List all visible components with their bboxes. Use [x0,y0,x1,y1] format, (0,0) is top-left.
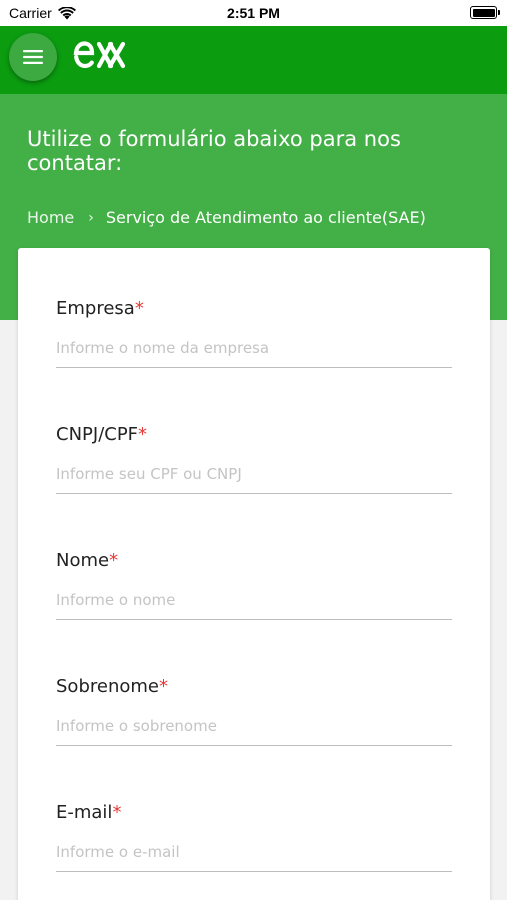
empresa-field: Empresa* [56,298,452,368]
email-label: E-mail* [56,802,122,823]
breadcrumb-current: Serviço de Atendimento ao cliente(SAE) [105,208,426,227]
cnpj-cpf-label: CNPJ/CPF* [56,424,148,445]
battery-icon [470,6,500,19]
contact-form-card: Empresa* CNPJ/CPF* Nome* Sobrenome* E-ma… [18,248,490,900]
required-marker: * [158,676,168,697]
sobrenome-input[interactable] [56,706,452,746]
page-title: Utilize o formulário abaixo para nos con… [27,127,401,175]
email-field: E-mail* [56,802,452,872]
cnpj-cpf-input[interactable] [56,454,452,494]
breadcrumb-separator-icon: › [88,209,94,226]
menu-button[interactable] [9,33,57,81]
breadcrumb-home-link[interactable]: Home [27,208,74,227]
required-marker: * [112,802,122,823]
required-marker: * [134,298,144,319]
hamburger-menu-icon [23,50,43,64]
nome-label: Nome* [56,550,119,571]
cnpj-cpf-field: CNPJ/CPF* [56,424,452,494]
sobrenome-label: Sobrenome* [56,676,168,697]
status-time: 2:51 PM [227,5,280,21]
ex-logo-icon[interactable] [72,40,126,70]
sobrenome-field: Sobrenome* [56,676,452,746]
required-marker: * [138,424,148,445]
breadcrumb: Home › Serviço de Atendimento ao cliente… [27,208,426,227]
empresa-input[interactable] [56,328,452,368]
nome-field: Nome* [56,550,452,620]
status-bar: Carrier 2:51 PM [0,0,507,26]
empresa-label: Empresa* [56,298,144,319]
required-marker: * [109,550,119,571]
nome-input[interactable] [56,580,452,620]
app-bar [0,26,507,94]
email-input[interactable] [56,832,452,872]
